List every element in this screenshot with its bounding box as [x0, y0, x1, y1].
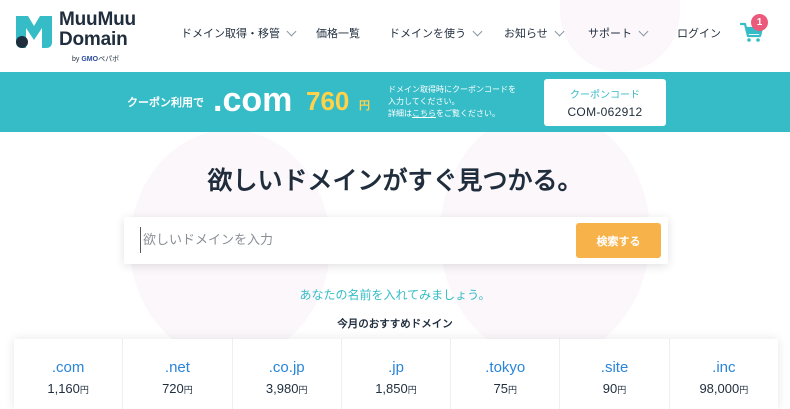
nav-support[interactable]: サポート [588, 24, 649, 42]
chevron-down-icon [638, 26, 649, 36]
domain-item-inc[interactable]: .inc 98,000円 [670, 339, 778, 409]
domain-price: 90円 [602, 381, 627, 396]
domain-tld: .inc [712, 359, 736, 376]
chevron-down-icon [554, 26, 565, 36]
domain-item-tokyo[interactable]: .tokyo 75円 [451, 339, 561, 409]
cart-count-badge: 1 [751, 14, 768, 31]
domain-price: 720円 [162, 381, 193, 396]
hero-tagline: あなたの名前を入れてみましょう。 [299, 288, 491, 302]
nav-price-list[interactable]: 価格一覧 [316, 24, 360, 42]
chevron-down-icon [472, 26, 483, 36]
domain-tld: .jp [388, 359, 404, 376]
banner-price: 760 [306, 86, 350, 116]
nav-use-domain[interactable]: ドメインを使う [389, 24, 483, 42]
search-button[interactable]: 検索する [576, 223, 661, 258]
banner-note: ドメイン取得時にクーポンコードを 入力してください。 詳細はこちらをご覧ください… [388, 85, 516, 118]
banner-tld: .com [213, 81, 293, 119]
site-header: MuuMuu Domain by GMOペパボ ドメイン取得・移管 価格一覧 ド… [0, 0, 790, 72]
domain-item-co-jp[interactable]: .co.jp 3,980円 [233, 339, 342, 409]
banner-details-link[interactable]: こちら [412, 109, 436, 118]
domain-search-input[interactable] [140, 227, 560, 253]
logo-wordmark: MuuMuu Domain [59, 9, 136, 50]
domain-item-net[interactable]: .net 720円 [123, 339, 233, 409]
domain-price: 1,160円 [47, 381, 89, 396]
domain-price: 3,980円 [265, 381, 308, 396]
coupon-label: クーポンコード [570, 90, 640, 101]
muumuu-logo-icon [16, 16, 52, 48]
chevron-down-icon [286, 26, 297, 36]
hero-title: 欲しいドメインがすぐ見つかる。 [207, 166, 583, 195]
domain-item-com[interactable]: .com 1,160円 [14, 339, 124, 409]
nav-login[interactable]: ログイン [677, 24, 721, 42]
domain-tld: .net [164, 359, 190, 376]
coupon-code-box[interactable]: クーポンコード COM-062912 [544, 79, 666, 126]
domain-item-jp[interactable]: .jp 1,850円 [342, 339, 452, 409]
domain-tld: .co.jp [268, 359, 305, 376]
recommended-domains-title: 今月のおすすめドメイン [337, 318, 453, 330]
banner-lead-text: クーポン利用で [127, 96, 204, 109]
logo-byline: by GMOペパボ [72, 56, 120, 63]
domain-price: 1,850円 [375, 381, 417, 396]
domain-item-site[interactable]: .site 90円 [560, 339, 670, 409]
nav-domain-register[interactable]: ドメイン取得・移管 [181, 24, 297, 42]
nav-news[interactable]: お知らせ [504, 24, 565, 42]
domain-tld: .com [51, 359, 85, 376]
coupon-code: COM-062912 [567, 105, 643, 119]
domain-price: 98,000円 [699, 381, 749, 396]
site-logo[interactable]: MuuMuu Domain by GMOペパボ [14, 9, 144, 63]
coupon-banner: クーポン利用で .com 760 円 ドメイン取得時にクーポンコードを 入力して… [0, 72, 790, 132]
recommended-domains-list: .com 1,160円 .net 720円 .co.jp 3,980円 .jp … [14, 339, 778, 409]
domain-search-bar: 検索する [124, 217, 668, 264]
domain-tld: .tokyo [485, 359, 526, 376]
domain-tld: .site [600, 359, 629, 376]
banner-yen: 円 [359, 99, 370, 112]
domain-price: 75円 [493, 381, 517, 396]
